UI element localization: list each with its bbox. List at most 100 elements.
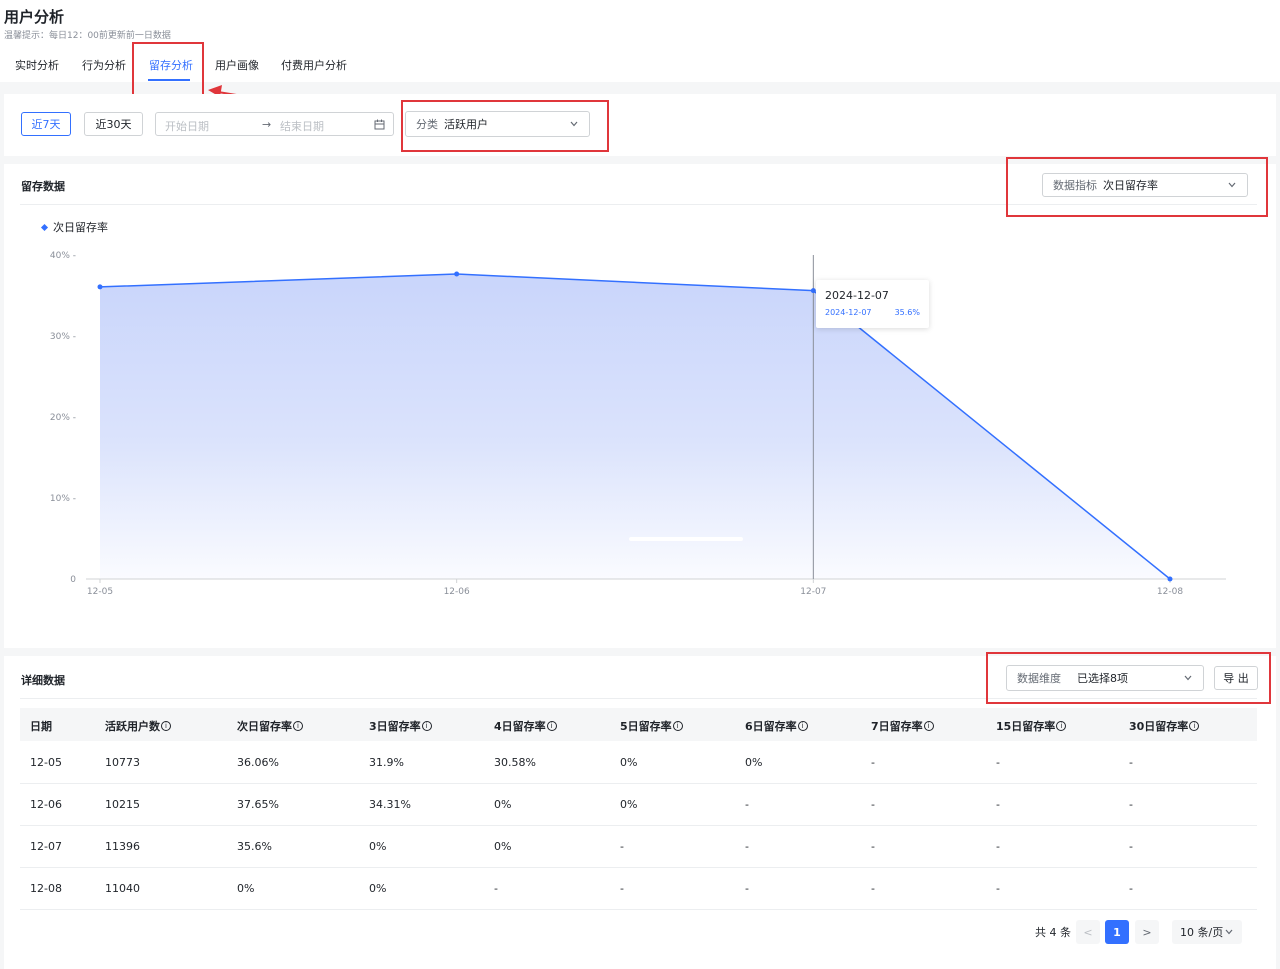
info-icon[interactable]: i	[797, 721, 808, 731]
table-cell: 12-08	[30, 882, 62, 895]
tooltip-title: 2024-12-07	[825, 289, 889, 302]
data-point	[454, 271, 460, 277]
tab-behavior[interactable]: 行为分析	[82, 57, 126, 73]
update-tip: 温馨提示：每日12：00前更新前一日数据	[4, 31, 171, 41]
data-point	[1167, 576, 1173, 582]
col-day5-retention: 5日留存率 i	[620, 718, 683, 734]
table-cell: -	[620, 882, 624, 895]
page-title: 用户分析	[4, 8, 65, 26]
table-cell: 12-05	[30, 756, 62, 769]
category-label: 分类	[416, 118, 438, 131]
table-cell: -	[996, 798, 1000, 811]
table-cell: -	[494, 882, 498, 895]
table-cell: -	[1129, 840, 1133, 853]
info-icon[interactable]: i	[1056, 721, 1067, 731]
table-row: 12-06 10215 37.65% 34.31% 0% 0% - - - -	[20, 784, 1257, 826]
table-cell: 30.58%	[494, 756, 536, 769]
table-cell: -	[871, 840, 875, 853]
next-page-button[interactable]: >	[1135, 920, 1159, 944]
table-cell: -	[871, 798, 875, 811]
detail-table-card: 详细数据 数据维度 已选择8项 导 出 日期 活跃用户数 i 次日留存率 i 3日留…	[4, 656, 1276, 969]
col-day4-retention: 4日留存率 i	[494, 718, 557, 734]
table-cell: -	[1129, 756, 1133, 769]
table-cell: -	[996, 882, 1000, 895]
range-arrow-icon: →	[262, 118, 272, 131]
tooltip-series-name: 2024-12-07	[825, 308, 872, 317]
table-cell: 11040	[105, 882, 140, 895]
range-30-days-button[interactable]: 近30天	[84, 112, 143, 136]
analysis-tabs: 实时分析 行为分析 留存分析 用户画像 付费用户分析	[0, 52, 1280, 82]
page-header: 用户分析 温馨提示：每日12：00前更新前一日数据 实时分析 行为分析 留存分析…	[0, 0, 1280, 82]
tab-retention[interactable]: 留存分析	[149, 57, 193, 73]
page-size-value: 10 条/页	[1180, 926, 1224, 939]
tab-paid-users[interactable]: 付费用户分析	[281, 57, 347, 73]
col-day1-retention: 次日留存率 i	[237, 718, 303, 734]
tab-active-indicator	[148, 79, 190, 81]
x-tick-label: 12-05	[87, 587, 113, 597]
info-icon[interactable]: i	[546, 721, 557, 731]
category-value: 活跃用户	[444, 118, 488, 131]
retention-chart: 0 10% - 20% - 30% - 40% - 12-05 12-06 12-07 12-0…	[50, 251, 1226, 597]
range-7-days-button[interactable]: 近7天	[21, 112, 71, 136]
chart-scroll-indicator	[629, 537, 743, 541]
table-cell: -	[745, 798, 749, 811]
info-icon[interactable]: i	[672, 721, 683, 731]
chevron-down-icon	[570, 121, 578, 127]
table-cell: 35.6%	[237, 840, 272, 853]
info-icon[interactable]: i	[1189, 721, 1200, 731]
table-cell: 0%	[237, 882, 255, 895]
info-icon[interactable]: i	[923, 721, 934, 731]
dimension-select[interactable]: 数据维度 已选择8项	[1006, 665, 1204, 691]
table-row: 12-05 10773 36.06% 31.9% 30.58% 0% 0% - - -	[20, 742, 1257, 784]
table-section-title: 详细数据	[21, 674, 65, 687]
y-tick-label: 0	[70, 575, 76, 585]
info-icon[interactable]: i	[421, 721, 432, 731]
col-day6-retention: 6日留存率 i	[745, 718, 808, 734]
table-cell: 31.9%	[369, 756, 404, 769]
page-size-select[interactable]: 10 条/页	[1172, 920, 1242, 944]
table-cell: 12-07	[30, 840, 62, 853]
table-cell: -	[1129, 882, 1133, 895]
start-date-placeholder: 开始日期	[165, 120, 209, 133]
info-icon[interactable]: i	[293, 721, 303, 731]
category-select[interactable]: 分类 活跃用户	[405, 111, 590, 137]
y-tick-label: 20% -	[50, 413, 76, 423]
info-icon[interactable]: i	[161, 721, 171, 731]
pagination-total: 共 4 条	[1035, 926, 1071, 939]
y-tick-label: 40% -	[50, 251, 76, 261]
table-cell: 36.06%	[237, 756, 279, 769]
table-cell: 34.31%	[369, 798, 411, 811]
table-cell: 0%	[369, 882, 387, 895]
table-cell: 10773	[105, 756, 140, 769]
table-cell: 10215	[105, 798, 140, 811]
tab-realtime[interactable]: 实时分析	[15, 57, 59, 73]
table-cell: 0%	[494, 798, 512, 811]
table-cell: 0%	[494, 840, 512, 853]
table-cell: -	[745, 882, 749, 895]
x-tick-label: 12-07	[800, 587, 826, 597]
table-cell: -	[996, 840, 1000, 853]
retention-chart-card: 留存数据 数据指标 次日留存率 次日留存率 0 10% -20% -30% -40…	[4, 164, 1276, 648]
chart-tooltip: 2024-12-07 2024-12-07 35.6%	[816, 280, 929, 328]
table-cell: -	[871, 756, 875, 769]
table-cell: -	[620, 840, 624, 853]
chevron-down-icon	[1225, 929, 1233, 935]
chevron-down-icon	[1184, 675, 1192, 681]
export-button[interactable]: 导 出	[1214, 666, 1258, 690]
table-cell: -	[871, 882, 875, 895]
date-range-picker[interactable]: 开始日期 → 结束日期	[155, 112, 394, 136]
table-cell: -	[745, 840, 749, 853]
table-cell: 0%	[369, 840, 387, 853]
col-day3-retention: 3日留存率 i	[369, 718, 432, 734]
table-row: 12-07 11396 35.6% 0% 0% - - - - -	[20, 826, 1257, 868]
col-day15-retention: 15日留存率 i	[996, 718, 1067, 734]
calendar-icon	[374, 119, 385, 130]
dimension-value: 已选择8项	[1077, 672, 1128, 685]
prev-page-button[interactable]: <	[1076, 920, 1100, 944]
y-tick-label: 30% -	[50, 332, 76, 342]
table-cell: 37.65%	[237, 798, 279, 811]
dimension-label: 数据维度	[1017, 672, 1061, 685]
data-point	[97, 284, 103, 290]
page-number-button[interactable]: 1	[1105, 920, 1129, 944]
tab-portrait[interactable]: 用户画像	[215, 57, 259, 73]
